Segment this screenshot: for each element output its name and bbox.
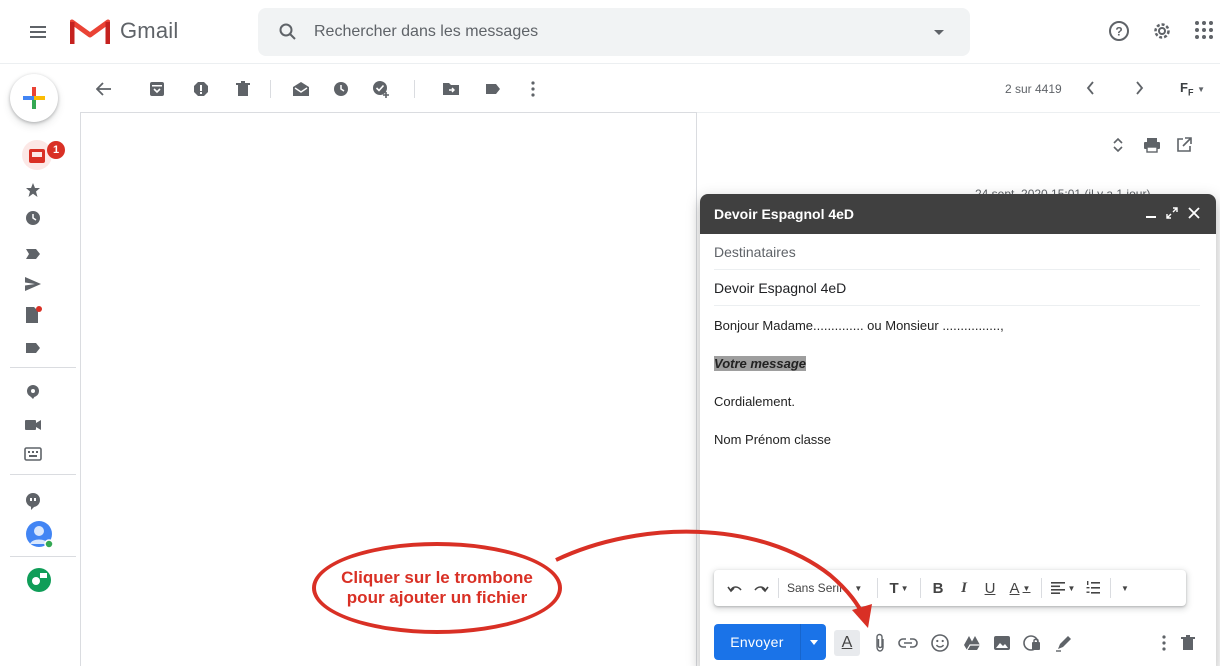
emoji-icon[interactable] xyxy=(930,633,950,653)
body-signature: Nom Prénom classe xyxy=(714,432,832,447)
reader-divider xyxy=(697,112,1220,113)
plus-icon xyxy=(23,87,45,109)
fmt-divider-2 xyxy=(877,578,878,598)
help-icon[interactable]: ? xyxy=(1108,20,1130,42)
important-label-icon[interactable] xyxy=(22,243,44,265)
keyboard-icon[interactable] xyxy=(22,443,44,465)
annotation-line2: pour ajouter un fichier xyxy=(346,588,528,607)
report-spam-icon[interactable] xyxy=(192,80,210,98)
search-input[interactable] xyxy=(314,20,914,44)
rail-divider-2 xyxy=(10,474,76,475)
snooze-clock-icon[interactable] xyxy=(332,80,350,98)
print-icon[interactable] xyxy=(1143,137,1161,153)
input-tools-button[interactable]: FF ▼ xyxy=(1180,80,1205,98)
label-tag-icon[interactable] xyxy=(22,337,44,359)
confidential-mode-icon[interactable] xyxy=(1022,633,1042,653)
search-bar xyxy=(258,8,970,56)
svg-text:?: ? xyxy=(1115,25,1122,39)
expand-collapse-icon[interactable] xyxy=(1112,137,1124,153)
user-avatar[interactable] xyxy=(24,519,54,549)
compose-button[interactable] xyxy=(10,74,58,122)
settings-gear-icon[interactable] xyxy=(1151,20,1173,42)
formatting-options-icon[interactable]: A xyxy=(834,630,860,656)
toolbar-divider xyxy=(270,80,271,98)
align-icon[interactable]: ▼ xyxy=(1046,576,1080,600)
newer-chevron-left-icon[interactable] xyxy=(1085,80,1095,96)
body-closing: Cordialement. xyxy=(714,394,795,409)
send-options-caret-icon[interactable] xyxy=(800,624,826,660)
main-menu-icon[interactable] xyxy=(28,22,48,42)
undo-icon[interactable] xyxy=(722,576,748,600)
numbered-list-icon[interactable] xyxy=(1080,576,1106,600)
search-icon[interactable] xyxy=(278,22,298,42)
app-name: Gmail xyxy=(120,18,179,43)
inbox-icon[interactable] xyxy=(26,145,48,167)
snoozed-clock-icon[interactable] xyxy=(22,207,44,229)
redo-icon[interactable] xyxy=(748,576,774,600)
move-to-folder-icon[interactable] xyxy=(442,80,460,98)
mark-unread-icon[interactable] xyxy=(292,80,310,98)
send-button[interactable]: Envoyer xyxy=(714,624,800,660)
pager-count: 2 sur 4419 xyxy=(1005,82,1062,96)
close-icon[interactable] xyxy=(1188,207,1200,219)
discard-draft-trash-icon[interactable] xyxy=(1178,633,1198,653)
text-color-icon[interactable]: A ▼ xyxy=(1003,576,1037,600)
toolbar-divider-2 xyxy=(414,80,415,98)
recipients-field[interactable]: Destinataires xyxy=(714,234,1200,270)
compose-title-bar[interactable]: Devoir Espagnol 4eD xyxy=(700,194,1216,234)
fmt-divider-3 xyxy=(920,578,921,598)
meet-video-icon[interactable] xyxy=(22,414,44,436)
minimize-icon[interactable] xyxy=(1146,207,1156,219)
input-tools-label: F xyxy=(1180,80,1188,95)
archive-icon[interactable] xyxy=(148,80,166,98)
annotation-line1: Cliquer sur le trombone xyxy=(341,568,533,587)
signature-pen-icon[interactable] xyxy=(1054,633,1074,653)
more-formatting-icon[interactable]: ▼ xyxy=(1115,576,1135,600)
apps-grid-icon[interactable] xyxy=(1194,20,1214,40)
more-options-icon[interactable] xyxy=(524,80,542,98)
body-message-placeholder: Votre message xyxy=(714,356,807,371)
subject-field[interactable]: Devoir Espagnol 4eD xyxy=(714,270,1200,306)
annotation-callout: Cliquer sur le trombone pour ajouter un … xyxy=(312,542,562,634)
hangouts-icon[interactable] xyxy=(22,491,44,513)
gmail-logo[interactable]: Gmail xyxy=(70,16,178,46)
top-header: Gmail ? xyxy=(0,0,1220,64)
delete-trash-icon[interactable] xyxy=(234,80,252,98)
older-chevron-right-icon[interactable] xyxy=(1135,80,1145,96)
fmt-divider-4 xyxy=(1041,578,1042,598)
google-drive-icon[interactable] xyxy=(962,633,982,653)
labels-icon[interactable] xyxy=(484,80,502,98)
font-size-icon[interactable]: T ▼ xyxy=(882,576,916,600)
insert-photo-icon[interactable] xyxy=(992,633,1012,653)
sent-icon[interactable] xyxy=(22,273,44,295)
fmt-divider xyxy=(778,578,779,598)
font-family-label: Sans Serif xyxy=(787,581,843,595)
open-in-new-window-icon[interactable] xyxy=(1176,137,1192,153)
drafts-icon[interactable] xyxy=(22,304,44,326)
hangouts-contact-avatar[interactable] xyxy=(24,565,54,595)
search-options-caret-icon[interactable] xyxy=(934,30,944,36)
rail-divider-3 xyxy=(10,556,76,557)
body-greeting: Bonjour Madame.............. ou Monsieur… xyxy=(714,318,1004,333)
formatting-toolbar: Sans Serif ▼ T ▼ B I U A ▼ ▼ ▼ xyxy=(714,570,1186,606)
compose-title: Devoir Espagnol 4eD xyxy=(714,206,855,222)
insert-link-icon[interactable] xyxy=(898,633,918,653)
add-to-tasks-icon[interactable] xyxy=(372,80,390,98)
chat-icon[interactable] xyxy=(22,381,44,403)
rail-divider xyxy=(10,367,76,368)
italic-icon[interactable]: I xyxy=(951,576,977,600)
underline-icon[interactable]: U xyxy=(977,576,1003,600)
font-family-select[interactable]: Sans Serif ▼ xyxy=(783,576,873,600)
fmt-divider-5 xyxy=(1110,578,1111,598)
message-body[interactable]: Bonjour Madame.............. ou Monsieur… xyxy=(714,314,1200,466)
more-options-vertical-icon[interactable] xyxy=(1154,633,1174,653)
bold-icon[interactable]: B xyxy=(925,576,951,600)
fullscreen-icon[interactable] xyxy=(1166,207,1178,219)
inbox-unread-badge: 1 xyxy=(47,141,65,159)
starred-icon[interactable] xyxy=(22,179,44,201)
gmail-m-icon xyxy=(70,19,110,44)
attach-file-paperclip-icon[interactable] xyxy=(870,633,890,653)
compose-window: Devoir Espagnol 4eD Destinataires Devoir… xyxy=(700,194,1216,666)
back-arrow-icon[interactable] xyxy=(95,80,113,98)
